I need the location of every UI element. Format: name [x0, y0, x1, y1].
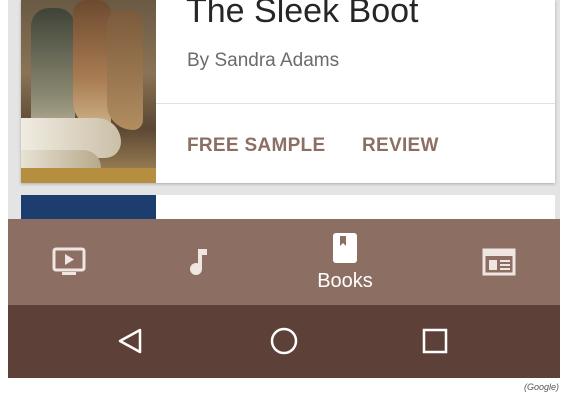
- card-divider: [156, 103, 555, 104]
- nav-item-label: Books: [317, 269, 373, 292]
- nav-item-movies[interactable]: [48, 219, 90, 305]
- nav-item-newsstand[interactable]: [478, 219, 520, 305]
- back-icon: [118, 328, 142, 354]
- book-cover-image[interactable]: [21, 0, 156, 183]
- image-credit: (Google): [523, 382, 559, 392]
- review-button[interactable]: REVIEW: [362, 135, 439, 157]
- nav-item-music[interactable]: [176, 219, 218, 305]
- book-card[interactable]: The Sleek Boot By Sandra Adams FREE SAMP…: [21, 0, 555, 183]
- recents-icon: [422, 328, 448, 354]
- phone-screen: The Sleek Boot By Sandra Adams FREE SAMP…: [8, 0, 560, 378]
- bottom-navigation: Books: [8, 219, 560, 305]
- home-icon: [270, 327, 298, 355]
- system-navigation-bar: [8, 305, 560, 378]
- recents-button[interactable]: [419, 325, 451, 357]
- tv-icon: [52, 247, 86, 275]
- nav-item-books[interactable]: Books: [300, 219, 390, 305]
- newsstand-icon: [482, 248, 516, 276]
- free-sample-button[interactable]: FREE SAMPLE: [187, 135, 325, 157]
- home-button[interactable]: [268, 325, 300, 357]
- music-note-icon: [190, 249, 207, 275]
- book-title: The Sleek Boot: [186, 0, 419, 30]
- back-button[interactable]: [114, 325, 146, 357]
- book-icon: [333, 232, 357, 263]
- book-author: By Sandra Adams: [187, 50, 340, 71]
